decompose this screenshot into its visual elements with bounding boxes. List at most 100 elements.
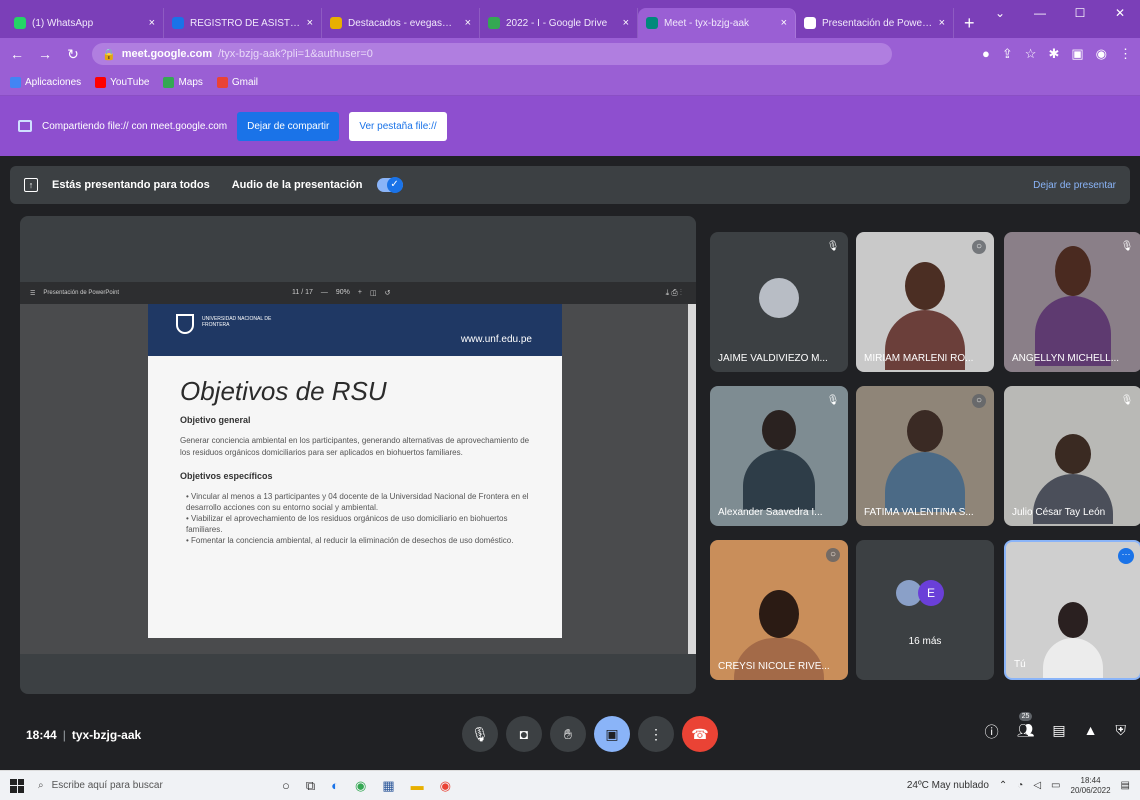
ppt-scrollbar[interactable] bbox=[688, 304, 696, 654]
tray-chevron-icon[interactable]: ⌃ bbox=[999, 780, 1007, 791]
self-tile[interactable]: ··· Tú bbox=[1004, 540, 1140, 680]
bookmark-icon bbox=[216, 77, 228, 88]
menu-icon[interactable]: ⋮ bbox=[1119, 46, 1132, 62]
browser-tab[interactable]: REGISTRO DE ASISTENTES × bbox=[164, 8, 322, 38]
participant-tile[interactable]: ○ CREYSI NICOLE RIVE... bbox=[710, 540, 848, 680]
bookmark-icon bbox=[10, 77, 21, 88]
participant-tile[interactable]: ○ FATIMA VALENTINA S... bbox=[856, 386, 994, 526]
participant-tile[interactable]: 🎙︎ JAIME VALDIVIEZO M... bbox=[710, 232, 848, 372]
general-text: Generar conciencia ambiental en los part… bbox=[180, 436, 530, 457]
browser-tab[interactable]: 2022 - I - Google Drive × bbox=[480, 8, 638, 38]
download-icon[interactable]: ⤓ bbox=[666, 288, 670, 297]
maximize-button[interactable]: ☐ bbox=[1060, 0, 1100, 26]
others-tile[interactable]: E 16 más bbox=[856, 540, 994, 680]
clock-time: 18:44 bbox=[1080, 775, 1101, 785]
host-controls-icon[interactable]: ⛨ bbox=[1116, 722, 1127, 742]
print-icon[interactable]: ⎙ bbox=[671, 288, 677, 297]
tab-close-icon[interactable]: × bbox=[939, 17, 945, 29]
avatar-initial: E bbox=[918, 580, 944, 606]
chrome-icon[interactable]: ◉ bbox=[355, 778, 366, 794]
battery-icon[interactable]: ▭ bbox=[1051, 780, 1060, 791]
tab-close-icon[interactable]: × bbox=[307, 17, 313, 29]
camera-indicator-icon[interactable]: ● bbox=[982, 46, 990, 62]
tab-close-icon[interactable]: × bbox=[465, 17, 471, 29]
notifications-icon[interactable]: ▤ bbox=[1121, 780, 1130, 791]
more-options-icon[interactable]: ··· bbox=[1118, 548, 1134, 564]
participant-tile[interactable]: 🎙︎ Alexander Saavedra I... bbox=[710, 386, 848, 526]
share-icon[interactable]: ⇪ bbox=[1002, 46, 1013, 62]
tab-close-icon[interactable]: × bbox=[781, 17, 787, 29]
fit-icon[interactable]: ◫ bbox=[370, 289, 377, 297]
url-path: /tyx-bzjg-aak?pli=1&authuser=0 bbox=[218, 48, 373, 60]
ppt-menu-icon[interactable]: ☰ bbox=[30, 290, 35, 297]
cortana-icon[interactable]: ○ bbox=[282, 778, 290, 794]
view-tab-button[interactable]: Ver pestaña file:// bbox=[349, 111, 447, 141]
participant-video bbox=[1035, 246, 1111, 366]
others-avatars: E bbox=[896, 580, 944, 606]
end-call-icon[interactable]: ☎︎ bbox=[682, 716, 718, 752]
bookmark-icon bbox=[163, 77, 175, 88]
extensions-icon[interactable]: ✱ bbox=[1048, 46, 1059, 62]
audio-toggle[interactable] bbox=[376, 177, 403, 193]
close-window-button[interactable]: ✕ bbox=[1100, 0, 1140, 26]
stop-sharing-button[interactable]: Dejar de compartir bbox=[237, 111, 340, 141]
clock[interactable]: 18:44 20/06/2022 bbox=[1071, 776, 1111, 796]
tab-title: (1) WhatsApp bbox=[32, 17, 94, 29]
people-icon[interactable]: 👥︎ 25 bbox=[1017, 712, 1034, 742]
browser-tab[interactable]: Meet - tyx-bzjg-aak × bbox=[638, 8, 796, 38]
participant-tile[interactable]: 🎙︎ ANGELLYN MICHELL... bbox=[1004, 232, 1140, 372]
bookmark-item[interactable]: YouTube bbox=[95, 77, 149, 88]
windows-start-icon[interactable] bbox=[10, 778, 24, 793]
participant-tile[interactable]: ○ MIRIAM MARLENI RO... bbox=[856, 232, 994, 372]
camera-icon[interactable]: ◘ bbox=[506, 716, 542, 752]
zoom-in-icon[interactable]: + bbox=[358, 289, 362, 297]
edge-icon[interactable]: ◐ bbox=[331, 778, 339, 794]
info-icon[interactable]: ⓘ bbox=[985, 722, 999, 742]
browser-tab[interactable]: (1) WhatsApp × bbox=[6, 8, 164, 38]
participant-tile[interactable]: 🎙︎ Julio César Tay León bbox=[1004, 386, 1140, 526]
tab-close-icon[interactable]: × bbox=[149, 17, 155, 29]
microphone-icon[interactable]: 🎙︎ bbox=[462, 716, 498, 752]
taskbar-search[interactable]: ⌕ Escribe aquí para buscar bbox=[38, 775, 268, 797]
chrome-icon[interactable]: ◉ bbox=[440, 778, 451, 794]
activities-icon[interactable]: ▲ bbox=[1084, 722, 1098, 742]
volume-icon[interactable]: ◁ bbox=[1033, 780, 1041, 791]
profile-icon[interactable]: ◉ bbox=[1096, 46, 1107, 62]
address-bar[interactable]: 🔒 meet.google.com/tyx-bzjg-aak?pli=1&aut… bbox=[92, 43, 892, 65]
bookmark-item[interactable]: Gmail bbox=[216, 77, 258, 88]
bookmark-item[interactable]: Aplicaciones bbox=[10, 77, 81, 88]
word-icon[interactable]: ▦ bbox=[382, 778, 394, 794]
people-count-badge: 25 bbox=[1018, 712, 1033, 721]
weather-text[interactable]: 24ºC May nublado bbox=[907, 780, 989, 791]
chat-icon[interactable]: ▤ bbox=[1052, 722, 1065, 742]
browser-tab[interactable]: Destacados - evegas@unf.edu.pe × bbox=[322, 8, 480, 38]
present-now-icon[interactable]: ▣ bbox=[594, 716, 630, 752]
network-icon[interactable]: ◔ bbox=[1017, 780, 1023, 791]
reload-icon[interactable]: ↻ bbox=[64, 46, 82, 63]
stop-presenting-button[interactable]: Dejar de presentar bbox=[1033, 180, 1116, 191]
back-icon[interactable]: ← bbox=[8, 46, 26, 62]
more-options-icon[interactable]: ⋮ bbox=[638, 716, 674, 752]
browser-tab[interactable]: Presentación de PowerPoint × bbox=[796, 8, 954, 38]
slide-header: UNIVERSIDAD NACIONAL DE FRONTERA www.unf… bbox=[148, 304, 562, 356]
url-host: meet.google.com bbox=[121, 48, 213, 60]
minimize-button[interactable]: — bbox=[1020, 0, 1060, 26]
tab-favicon-icon bbox=[172, 17, 184, 29]
raise-hand-icon[interactable]: ✋︎ bbox=[550, 716, 586, 752]
bookmark-star-icon[interactable]: ☆ bbox=[1025, 46, 1037, 62]
more-icon[interactable]: ⋮ bbox=[680, 288, 682, 297]
rotate-icon[interactable]: ↺ bbox=[385, 289, 391, 297]
window-controls: ⌄ — ☐ ✕ bbox=[980, 0, 1140, 26]
clock-date: 20/06/2022 bbox=[1070, 785, 1111, 795]
task-view-icon[interactable]: ⧉ bbox=[306, 778, 315, 794]
tab-close-icon[interactable]: × bbox=[623, 17, 629, 29]
mic-off-icon: 🎙︎ bbox=[826, 395, 840, 406]
ppt-actions: ⤓ ⎙ ⋮ bbox=[666, 288, 682, 298]
file-explorer-icon[interactable]: ▬ bbox=[411, 778, 424, 794]
window-layout-icon[interactable]: ▣ bbox=[1071, 46, 1083, 62]
zoom-out-icon[interactable]: — bbox=[321, 289, 328, 297]
avatar bbox=[759, 278, 799, 318]
forward-icon[interactable]: → bbox=[36, 46, 54, 62]
tab-search-icon[interactable]: ⌄ bbox=[980, 0, 1020, 26]
bookmark-item[interactable]: Maps bbox=[163, 77, 203, 88]
